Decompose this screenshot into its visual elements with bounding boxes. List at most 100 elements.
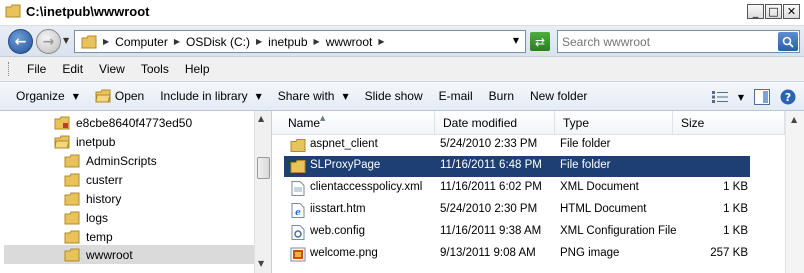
file-list-scrollbar[interactable]: ▲ <box>785 111 804 273</box>
folder-icon <box>64 248 80 261</box>
view-dropdown-chevron-icon[interactable]: ▼ <box>738 93 744 102</box>
tree-item-temp[interactable]: temp <box>64 227 113 246</box>
breadcrumb-separator-icon[interactable]: ▶ <box>103 37 109 46</box>
file-size: 257 KB <box>710 247 748 259</box>
slide-show-button[interactable]: Slide show <box>365 89 423 103</box>
recent-pages-chevron-icon[interactable]: ▼ <box>63 36 69 45</box>
change-view-icon[interactable] <box>711 91 728 103</box>
scroll-up-icon[interactable]: ▲ <box>258 114 264 123</box>
breadcrumb-wwwroot[interactable]: wwwroot <box>326 35 373 49</box>
minimize-button[interactable]: _ <box>747 4 764 19</box>
email-button[interactable]: E-mail <box>439 89 473 103</box>
file-name: SLProxyPage <box>310 159 381 171</box>
open-label: Open <box>114 89 145 103</box>
navigation-scrollbar[interactable]: ▲ ▼ <box>254 111 271 273</box>
breadcrumb-separator-icon[interactable]: ▶ <box>256 37 262 46</box>
file-list: ▲ Name Date modified Type Size aspnet_cl… <box>272 111 804 273</box>
breadcrumb-inetpub[interactable]: inetpub <box>268 35 307 49</box>
tree-item-e8cbe[interactable]: e8cbe8640f4773ed50 <box>54 113 192 132</box>
file-type: HTML Document <box>560 203 647 215</box>
burn-button[interactable]: Burn <box>489 89 514 103</box>
open-folder-icon <box>54 135 70 148</box>
file-size: 1 KB <box>723 225 748 237</box>
breadcrumb-separator-icon[interactable]: ▶ <box>314 37 320 46</box>
menu-view[interactable]: View <box>91 62 133 76</box>
organize-button[interactable]: Organize ▼ <box>16 89 79 103</box>
include-in-library-button[interactable]: Include in library ▼ <box>160 89 262 103</box>
file-size: 1 KB <box>723 203 748 215</box>
close-button[interactable]: ✕ <box>783 4 800 19</box>
maximize-button[interactable]: □ <box>765 4 782 19</box>
tree-item-adminscripts[interactable]: AdminScripts <box>64 151 157 170</box>
column-header-date[interactable]: Date modified <box>435 111 555 135</box>
file-row[interactable]: welcome.png 9/13/2011 9:08 AM PNG image … <box>284 244 750 265</box>
file-name: aspnet_client <box>310 138 378 150</box>
folder-icon <box>290 160 306 173</box>
chevron-down-icon: ▼ <box>72 91 79 101</box>
menu-edit[interactable]: Edit <box>54 62 91 76</box>
address-dropdown-icon[interactable]: ▼ <box>513 36 519 45</box>
breadcrumb-osdisk[interactable]: OSDisk (C:) <box>186 35 250 49</box>
menu-bar: File Edit View Tools Help <box>0 56 804 82</box>
tree-item-logs[interactable]: logs <box>64 208 108 227</box>
open-button[interactable]: Open <box>95 89 144 103</box>
xml-file-icon <box>291 181 305 196</box>
column-header-label: Type <box>563 115 590 130</box>
folder-icon <box>64 192 80 205</box>
tree-item-inetpub[interactable]: inetpub <box>54 132 115 151</box>
menu-file[interactable]: File <box>19 62 54 76</box>
tree-item-history[interactable]: history <box>64 189 121 208</box>
search-input[interactable] <box>562 34 772 49</box>
tree-item-label: inetpub <box>76 134 116 149</box>
navigation-pane: e8cbe8640f4773ed50 inetpub AdminScripts … <box>0 111 272 273</box>
file-date: 11/16/2011 6:02 PM <box>440 181 542 193</box>
open-folder-icon <box>95 89 111 103</box>
preview-pane-icon[interactable] <box>754 89 770 105</box>
column-header-name[interactable]: ▲ Name <box>272 111 435 135</box>
refresh-button[interactable]: ⇄ <box>530 32 550 51</box>
column-header-size[interactable]: Size <box>673 111 785 135</box>
scroll-down-icon[interactable]: ▼ <box>258 259 264 268</box>
tree-item-label: e8cbe8640f4773ed50 <box>76 115 193 130</box>
file-name: web.config <box>310 225 365 237</box>
menu-tools[interactable]: Tools <box>133 62 177 76</box>
view-controls: ▼ ? <box>711 89 796 105</box>
breadcrumb-separator-icon[interactable]: ▶ <box>378 37 384 46</box>
chevron-down-icon: ▼ <box>255 91 262 101</box>
file-name: iisstart.htm <box>310 203 366 215</box>
scrollbar-thumb[interactable] <box>257 157 270 179</box>
forward-button[interactable]: → <box>36 29 61 54</box>
help-icon[interactable]: ? <box>780 89 796 105</box>
file-row[interactable]: clientaccesspolicy.xml 11/16/2011 6:02 P… <box>284 178 750 199</box>
back-button[interactable]: ← <box>8 29 33 54</box>
menu-help[interactable]: Help <box>177 62 218 76</box>
scroll-up-icon[interactable]: ▲ <box>791 115 797 124</box>
file-row[interactable]: e iisstart.htm 5/24/2010 2:30 PM HTML Do… <box>284 200 750 221</box>
file-row[interactable]: SLProxyPage 11/16/2011 6:48 PM File fold… <box>284 156 750 177</box>
new-folder-button[interactable]: New folder <box>530 89 587 103</box>
breadcrumb-separator-icon[interactable]: ▶ <box>174 37 180 46</box>
tree-item-wwwroot[interactable]: wwwroot <box>4 245 254 264</box>
search-box[interactable] <box>557 30 800 53</box>
share-with-button[interactable]: Share with ▼ <box>278 89 349 103</box>
file-date: 11/16/2011 9:38 AM <box>440 225 542 237</box>
column-header-type[interactable]: Type <box>555 111 673 135</box>
file-date: 9/13/2011 9:08 AM <box>440 247 536 259</box>
window-title: C:\inetpub\wwwroot <box>26 4 150 19</box>
column-header-label: Name <box>288 115 321 130</box>
folder-icon <box>290 139 306 152</box>
address-bar[interactable]: ▶ Computer ▶ OSDisk (C:) ▶ inetpub ▶ www… <box>74 30 526 53</box>
breadcrumb-computer[interactable]: Computer <box>115 35 168 49</box>
svg-text:?: ? <box>785 91 791 104</box>
file-name: welcome.png <box>310 247 378 259</box>
search-icon[interactable] <box>778 32 798 51</box>
svg-text:e: e <box>295 208 301 218</box>
include-in-library-label: Include in library <box>160 89 248 103</box>
html-file-icon: e <box>291 203 305 218</box>
file-row[interactable]: web.config 11/16/2011 9:38 AM XML Config… <box>284 222 750 243</box>
file-row[interactable]: aspnet_client 5/24/2010 2:33 PM File fol… <box>284 135 750 156</box>
title-bar: C:\inetpub\wwwroot _ □ ✕ <box>0 0 804 26</box>
tree-item-custerr[interactable]: custerr <box>64 170 123 189</box>
tree-item-label: temp <box>86 229 113 244</box>
arrow-left-icon: ← <box>14 33 27 50</box>
